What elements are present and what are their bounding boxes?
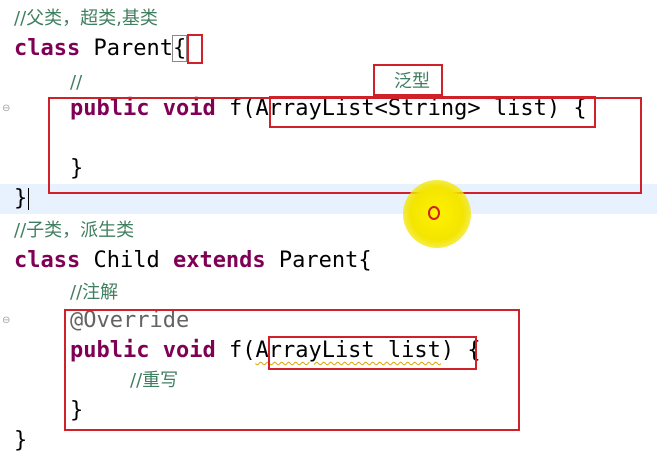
mouse-pointer-icon: [428, 206, 440, 220]
fold-marker-icon[interactable]: ⊖: [2, 316, 12, 326]
extends-parent: Parent{: [265, 248, 372, 273]
comment-parent: //父类，超类,基类: [14, 8, 158, 29]
child-class-declaration[interactable]: class Child extends Parent{: [14, 246, 372, 276]
brace-highlight-box: [187, 34, 203, 64]
fold-marker-icon[interactable]: ⊖: [2, 104, 12, 114]
child-method-box: [64, 309, 520, 431]
keyword-class: class: [14, 36, 81, 61]
open-brace: {: [171, 35, 188, 62]
text-caret: [28, 188, 29, 210]
comment-child: //子类，派生类: [14, 220, 135, 241]
keyword-class: class: [14, 248, 81, 273]
child-class-name: Child: [80, 248, 173, 273]
keyword-extends: extends: [172, 248, 266, 273]
parent-class-name: Parent: [80, 36, 173, 61]
comment-annotation: //注解: [70, 282, 119, 303]
child-class-close: }: [14, 428, 28, 453]
parent-class-close: }: [14, 186, 28, 211]
raw-parameter-box: [268, 336, 477, 370]
generic-label: 泛型: [394, 71, 430, 92]
parent-class-declaration[interactable]: class Parent{: [14, 34, 188, 64]
generic-parameter-box: [269, 96, 596, 128]
